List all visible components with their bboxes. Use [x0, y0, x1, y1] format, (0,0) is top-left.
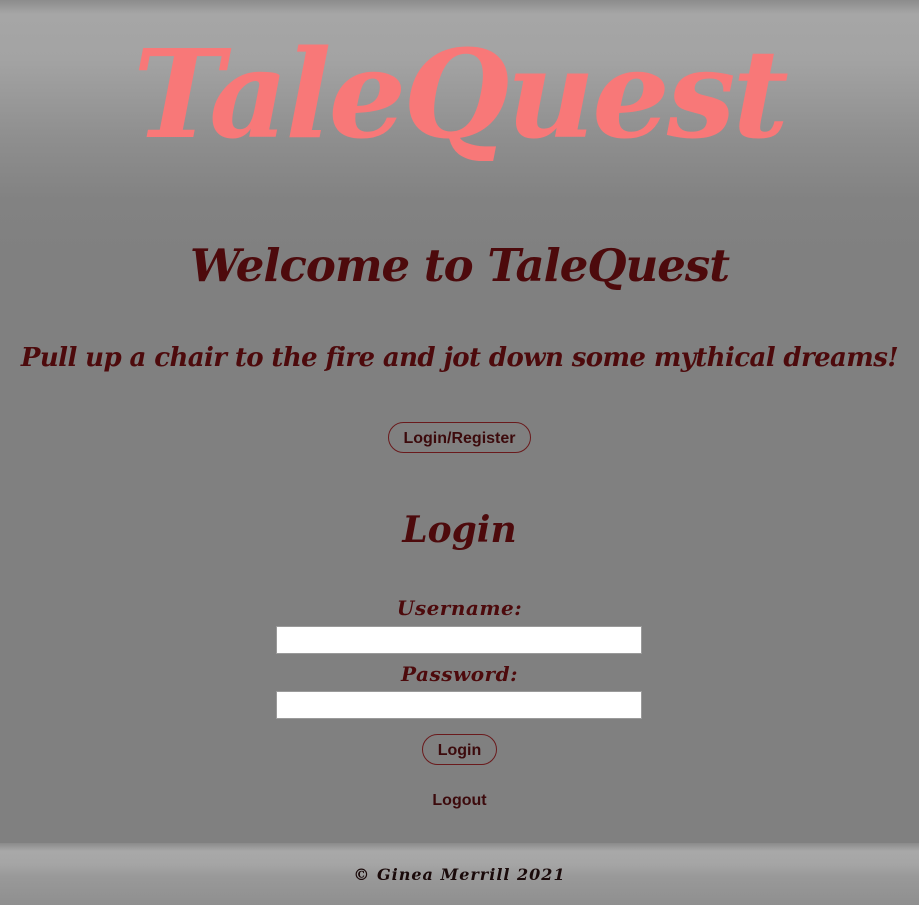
- brand-title: TaleQuest: [133, 22, 789, 166]
- password-label: Password:: [401, 662, 518, 686]
- login-submit-button[interactable]: Login: [422, 734, 497, 765]
- login-heading: Login: [402, 509, 517, 551]
- login-register-button[interactable]: Login/Register: [388, 422, 531, 453]
- password-field[interactable]: [276, 691, 642, 719]
- username-field[interactable]: [276, 626, 642, 654]
- welcome-heading: Welcome to TaleQuest: [189, 239, 730, 292]
- tagline: Pull up a chair to the fire and jot down…: [20, 343, 899, 373]
- logout-link[interactable]: Logout: [0, 790, 919, 812]
- copyright-text: © Ginea Merrill 2021: [353, 865, 566, 884]
- username-label: Username:: [396, 596, 523, 620]
